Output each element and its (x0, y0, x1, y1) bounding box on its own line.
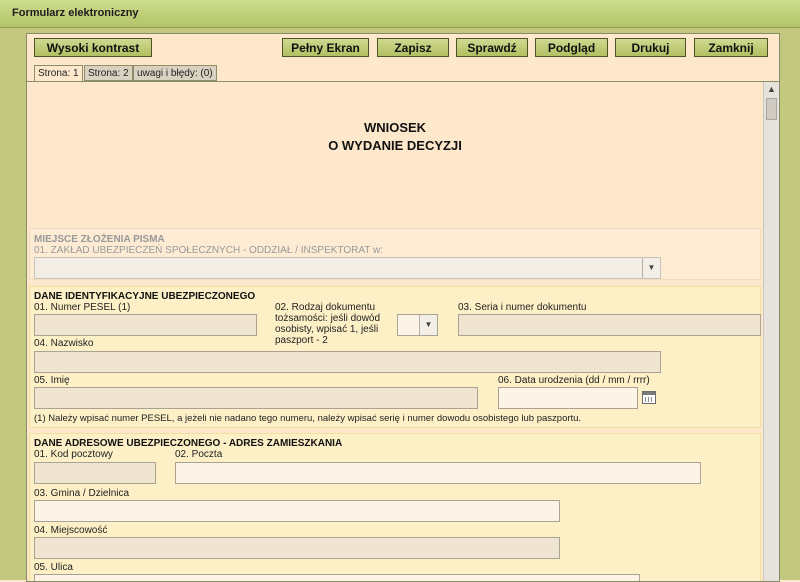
birth-date-label: 06. Data urodzenia (dd / mm / rrrr) (498, 375, 650, 386)
city-input[interactable] (34, 537, 560, 559)
scroll-up-icon[interactable]: ▲ (765, 83, 778, 96)
doc-type-label-line: osobisty, wpisać 1, jeśli (275, 324, 379, 335)
vertical-scrollbar[interactable]: ▲ (763, 82, 779, 581)
birth-date-input[interactable] (498, 387, 638, 409)
doc-type-label-line: 02. Rodzaj dokumentu (275, 302, 376, 313)
form-page: WNIOSEK O WYDANIE DECYZJI MIEJSCE ZŁOŻEN… (27, 82, 763, 581)
chevron-down-icon: ▼ (642, 258, 660, 278)
preview-button[interactable]: Podgląd (535, 38, 608, 57)
surname-input[interactable] (34, 351, 661, 373)
city-label: 04. Miejscowość (34, 525, 108, 536)
section-title: DANE IDENTYFIKACYJNE UBEZPIECZONEGO (34, 291, 256, 302)
tab-page-2[interactable]: Strona: 2 (84, 65, 133, 81)
post-office-input[interactable] (175, 462, 701, 484)
first-name-input[interactable] (34, 387, 478, 409)
post-office-label: 02. Poczta (175, 449, 223, 460)
first-name-label: 05. Imię (34, 375, 70, 386)
window-title: Formularz elektroniczny (12, 7, 139, 19)
surname-label: 04. Nazwisko (34, 338, 94, 349)
form-frame: Wysoki kontrast Pełny Ekran Zapisz Spraw… (26, 33, 780, 582)
postal-code-label: 01. Kod pocztowy (34, 449, 113, 460)
section-address: DANE ADRESOWE UBEZPIECZONEGO - ADRES ZAM… (29, 433, 761, 581)
fullscreen-button[interactable]: Pełny Ekran (282, 38, 369, 57)
street-label: 05. Ulica (34, 562, 73, 573)
scrollbar-thumb[interactable] (766, 98, 777, 120)
close-button[interactable]: Zamknij (694, 38, 768, 57)
section-identity: DANE IDENTYFIKACYJNE UBEZPIECZONEGO 01. … (29, 286, 761, 428)
field-label: 01. ZAKŁAD UBEZPIECZEŃ SPOŁECZNYCH - ODD… (34, 245, 383, 256)
tab-page-1[interactable]: Strona: 1 (34, 65, 83, 82)
check-button[interactable]: Sprawdź (456, 38, 528, 57)
section-title: DANE ADRESOWE UBEZPIECZONEGO - ADRES ZAM… (34, 438, 343, 449)
doc-number-label: 03. Seria i numer dokumentu (458, 302, 587, 313)
pesel-input[interactable] (34, 314, 257, 336)
chevron-down-icon[interactable]: ▼ (419, 315, 437, 335)
print-button[interactable]: Drukuj (615, 38, 686, 57)
tab-remarks-errors[interactable]: uwagi i błędy: (0) (133, 65, 217, 81)
calendar-icon[interactable] (642, 391, 656, 404)
window-titlebar: Formularz elektroniczny (0, 0, 800, 28)
postal-code-input[interactable] (34, 462, 156, 484)
doc-type-label-line: tożsamości: jeśli dowód (275, 313, 381, 324)
municipality-input[interactable] (34, 500, 560, 522)
save-button[interactable]: Zapisz (377, 38, 449, 57)
form-title-line1: WNIOSEK (363, 120, 427, 135)
doc-number-input[interactable] (458, 314, 761, 336)
high-contrast-button[interactable]: Wysoki kontrast (34, 38, 152, 57)
pesel-label: 01. Numer PESEL (1) (34, 302, 131, 313)
section-place-of-submission: MIEJSCE ZŁOŻENIA PISMA 01. ZAKŁAD UBEZPI… (29, 228, 761, 280)
municipality-label: 03. Gmina / Dzielnica (34, 488, 130, 499)
zus-branch-select: ▼ (34, 257, 661, 279)
doc-type-select[interactable]: ▼ (397, 314, 438, 336)
app-background: Wysoki kontrast Pełny Ekran Zapisz Spraw… (0, 28, 800, 582)
pesel-footnote: (1) Należy wpisać numer PESEL, a jeżeli … (34, 413, 582, 424)
section-title: MIEJSCE ZŁOŻENIA PISMA (34, 234, 165, 245)
form-title-line2: O WYDANIE DECYZJI (328, 138, 462, 153)
doc-type-label-line: paszport - 2 (275, 335, 328, 346)
